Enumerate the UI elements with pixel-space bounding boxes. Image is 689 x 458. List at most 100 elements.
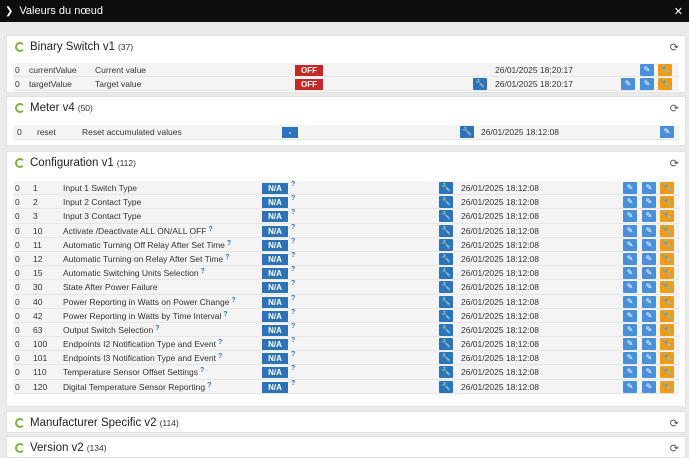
- wrench-icon[interactable]: 🔧: [439, 352, 453, 365]
- value-badge[interactable]: N/A: [262, 353, 288, 365]
- wrench-icon-orange[interactable]: 🔧: [660, 281, 674, 294]
- question-icon[interactable]: ?: [291, 195, 295, 202]
- question-icon[interactable]: ?: [155, 325, 159, 332]
- question-icon[interactable]: ?: [227, 240, 231, 247]
- pencil-icon[interactable]: ✎: [642, 196, 656, 209]
- pencil-icon[interactable]: ✎: [623, 309, 637, 322]
- pencil-icon[interactable]: ✎: [642, 182, 656, 194]
- pencil-icon[interactable]: ✎: [623, 267, 637, 280]
- question-icon[interactable]: ?: [291, 309, 295, 316]
- question-icon[interactable]: ?: [201, 268, 205, 275]
- pencil-icon[interactable]: ✎: [642, 281, 656, 294]
- value-badge[interactable]: N/A: [262, 225, 288, 237]
- value-badge[interactable]: N/A: [262, 282, 288, 294]
- wrench-icon[interactable]: 🔧: [439, 196, 453, 209]
- close-icon[interactable]: ✕: [674, 5, 683, 18]
- pencil-icon[interactable]: ✎: [623, 352, 637, 365]
- pencil-icon[interactable]: ✎: [623, 281, 637, 294]
- wrench-icon-orange[interactable]: 🔧: [660, 210, 674, 223]
- wrench-icon[interactable]: 🔧: [439, 252, 453, 265]
- pencil-icon[interactable]: ✎: [642, 252, 656, 265]
- wrench-icon[interactable]: 🔧: [439, 380, 453, 393]
- pencil-icon[interactable]: ✎: [642, 366, 656, 379]
- wrench-icon-orange[interactable]: 🔧: [658, 78, 672, 91]
- value-badge[interactable]: OFF: [295, 65, 323, 76]
- wrench-icon[interactable]: 🔧: [439, 309, 453, 322]
- pencil-icon[interactable]: ✎: [623, 295, 637, 308]
- wrench-icon-orange[interactable]: 🔧: [660, 196, 674, 209]
- refresh-icon[interactable]: ⟳: [670, 102, 679, 115]
- wrench-icon-orange[interactable]: 🔧: [658, 64, 672, 76]
- refresh-icon[interactable]: ⟳: [670, 41, 679, 54]
- wrench-icon-orange[interactable]: 🔧: [660, 182, 674, 194]
- pencil-icon[interactable]: ✎: [623, 196, 637, 209]
- value-badge[interactable]: N/A: [262, 381, 288, 393]
- value-badge[interactable]: N/A: [262, 324, 288, 336]
- pencil-icon[interactable]: ✎: [623, 252, 637, 265]
- wrench-icon-orange[interactable]: 🔧: [660, 309, 674, 322]
- wrench-icon[interactable]: 🔧: [439, 224, 453, 237]
- panel-header[interactable]: Configuration v1 (112) ⟳: [7, 152, 685, 174]
- question-icon[interactable]: ?: [291, 337, 295, 344]
- wrench-icon[interactable]: 🔧: [473, 78, 487, 91]
- pencil-icon[interactable]: ✎: [642, 323, 656, 336]
- refresh-icon[interactable]: ⟳: [670, 417, 679, 430]
- value-badge[interactable]: N/A: [262, 253, 288, 265]
- value-badge[interactable]: N/A: [262, 296, 288, 308]
- value-badge[interactable]: N/A: [262, 239, 288, 251]
- question-icon[interactable]: ?: [291, 224, 295, 231]
- value-badge[interactable]: N/A: [262, 310, 288, 322]
- pencil-icon[interactable]: ✎: [640, 78, 654, 91]
- question-icon[interactable]: ?: [291, 280, 295, 287]
- panel-header[interactable]: Manufacturer Specific v2 (114) ⟳: [7, 412, 685, 434]
- wrench-icon[interactable]: 🔧: [439, 295, 453, 308]
- wrench-icon[interactable]: 🔧: [460, 126, 474, 138]
- panel-header[interactable]: Binary Switch v1 (37) ⟳: [7, 36, 685, 58]
- pencil-icon[interactable]: ✎: [623, 323, 637, 336]
- question-icon[interactable]: ?: [291, 238, 295, 245]
- question-icon[interactable]: ?: [291, 266, 295, 273]
- question-icon[interactable]: ?: [225, 254, 229, 261]
- question-icon[interactable]: ?: [291, 351, 295, 358]
- question-icon[interactable]: ?: [218, 339, 222, 346]
- pencil-icon[interactable]: ✎: [621, 78, 635, 91]
- pencil-icon[interactable]: ✎: [623, 224, 637, 237]
- refresh-icon[interactable]: ⟳: [670, 157, 679, 170]
- panel-header[interactable]: Meter v4 (50) ⟳: [7, 97, 685, 119]
- pencil-icon[interactable]: ✎: [642, 224, 656, 237]
- wrench-icon[interactable]: 🔧: [439, 182, 453, 194]
- question-icon[interactable]: ?: [291, 209, 295, 216]
- wrench-icon-orange[interactable]: 🔧: [660, 238, 674, 251]
- value-badge[interactable]: N/A: [262, 211, 288, 223]
- wrench-icon[interactable]: 🔧: [439, 281, 453, 294]
- wrench-icon[interactable]: 🔧: [439, 267, 453, 280]
- pencil-icon[interactable]: ✎: [642, 210, 656, 223]
- chevron-right-icon[interactable]: ❯: [5, 6, 13, 17]
- question-icon[interactable]: ?: [231, 297, 235, 304]
- question-icon[interactable]: ?: [291, 295, 295, 302]
- pencil-icon[interactable]: ✎: [623, 210, 637, 223]
- question-icon[interactable]: ?: [291, 252, 295, 259]
- pencil-icon[interactable]: ✎: [642, 238, 656, 251]
- wrench-icon[interactable]: 🔧: [439, 238, 453, 251]
- wrench-icon[interactable]: 🔧: [439, 338, 453, 351]
- pencil-icon[interactable]: ✎: [623, 238, 637, 251]
- wrench-icon[interactable]: 🔧: [439, 323, 453, 336]
- wrench-icon-orange[interactable]: 🔧: [660, 323, 674, 336]
- wrench-icon-orange[interactable]: 🔧: [660, 338, 674, 351]
- wrench-icon-orange[interactable]: 🔧: [660, 252, 674, 265]
- question-icon[interactable]: ?: [208, 226, 212, 233]
- pencil-icon[interactable]: ✎: [642, 267, 656, 280]
- pencil-icon[interactable]: ✎: [623, 338, 637, 351]
- wrench-icon[interactable]: 🔧: [439, 366, 453, 379]
- value-badge[interactable]: N/A: [262, 268, 288, 280]
- pencil-icon[interactable]: ✎: [660, 126, 674, 138]
- question-icon[interactable]: ?: [223, 311, 227, 318]
- value-badge[interactable]: OFF: [295, 79, 323, 91]
- value-badge[interactable]: N/A: [262, 183, 288, 194]
- question-icon[interactable]: ?: [291, 365, 295, 372]
- wrench-icon-orange[interactable]: 🔧: [660, 366, 674, 379]
- value-badge[interactable]: N/A: [262, 339, 288, 351]
- question-icon[interactable]: ?: [200, 367, 204, 374]
- wrench-icon[interactable]: 🔧: [439, 210, 453, 223]
